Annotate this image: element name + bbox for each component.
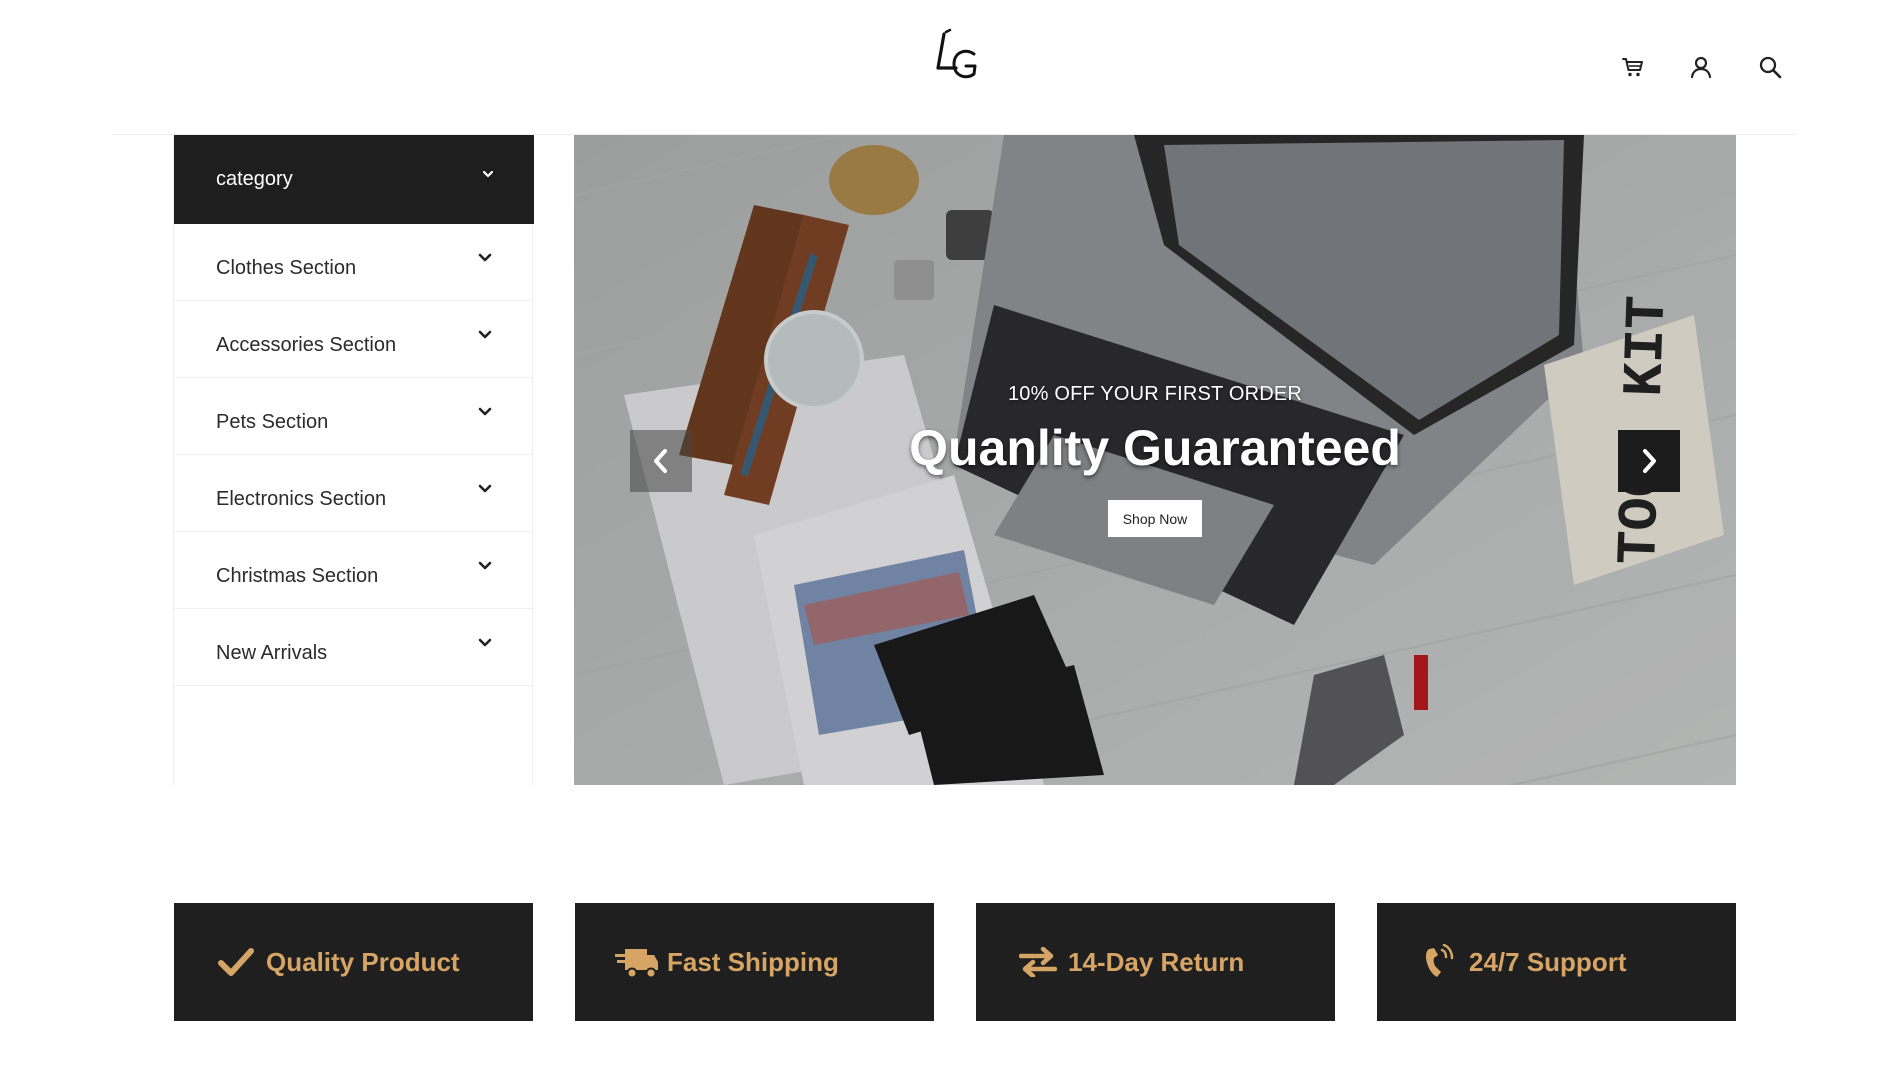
- chevron-down-icon: [482, 170, 494, 178]
- check-icon: [214, 942, 258, 982]
- sidebar-item-pets[interactable]: Pets Section: [174, 378, 534, 455]
- shop-now-button[interactable]: Shop Now: [1108, 500, 1202, 537]
- chevron-down-icon: [478, 561, 492, 570]
- feature-label: Fast Shipping: [667, 946, 839, 977]
- site-logo[interactable]: LG: [930, 28, 982, 90]
- feature-label: 24/7 Support: [1469, 946, 1627, 977]
- sidebar-item-label: Pets Section: [216, 410, 329, 433]
- sidebar-item-label: Accessories Section: [216, 333, 397, 356]
- chevron-down-icon: [478, 484, 492, 493]
- search-icon[interactable]: [1755, 52, 1785, 82]
- slider-prev-button[interactable]: [630, 430, 692, 492]
- feature-24-7-support: 24/7 Support: [1377, 903, 1736, 1021]
- sidebar-item-accessories[interactable]: Accessories Section: [174, 301, 534, 378]
- chevron-down-icon: [478, 253, 492, 262]
- chevron-down-icon: [478, 330, 492, 339]
- feature-label: 14-Day Return: [1068, 946, 1245, 977]
- feature-label: Quality Product: [266, 946, 460, 977]
- chevron-down-icon: [478, 638, 492, 647]
- slider-next-button[interactable]: [1618, 430, 1680, 492]
- feature-14-day-return: 14-Day Return: [976, 903, 1335, 1021]
- sidebar-item-electronics[interactable]: Electronics Section: [174, 455, 534, 532]
- logo-mark: LG: [936, 28, 977, 79]
- site-header: LG: [0, 0, 1896, 135]
- feature-quality-product: Quality Product: [174, 903, 533, 1021]
- exchange-icon: [1016, 942, 1060, 982]
- cart-icon[interactable]: [1618, 52, 1648, 82]
- hero-slider: TOOL KIT 10% OFF YOUR FIRST ORDER Quanli…: [574, 135, 1736, 785]
- sidebar-item-label: Christmas Section: [216, 564, 379, 587]
- user-icon[interactable]: [1686, 52, 1716, 82]
- chevron-left-icon: [654, 449, 667, 473]
- hero-subtitle: 10% OFF YOUR FIRST ORDER: [1007, 383, 1303, 405]
- phone-icon: [1417, 942, 1461, 982]
- sidebar-item-label: New Arrivals: [216, 641, 328, 664]
- category-sidebar: category Clothes Section Accessories Sec…: [173, 135, 534, 785]
- sidebar-item-new-arrivals[interactable]: New Arrivals: [174, 609, 534, 686]
- chevron-down-icon: [478, 407, 492, 416]
- sidebar-item-clothes[interactable]: Clothes Section: [174, 224, 534, 301]
- category-dropdown-header[interactable]: category: [174, 135, 534, 224]
- category-header-label: category: [216, 168, 293, 190]
- hero-title: Quanlity Guaranteed: [909, 420, 1401, 476]
- sidebar-item-label: Clothes Section: [216, 256, 357, 279]
- truck-icon: [615, 942, 659, 982]
- sidebar-item-label: Electronics Section: [216, 487, 387, 510]
- feature-fast-shipping: Fast Shipping: [575, 903, 934, 1021]
- chevron-right-icon: [1643, 449, 1656, 473]
- sidebar-item-christmas[interactable]: Christmas Section: [174, 532, 534, 609]
